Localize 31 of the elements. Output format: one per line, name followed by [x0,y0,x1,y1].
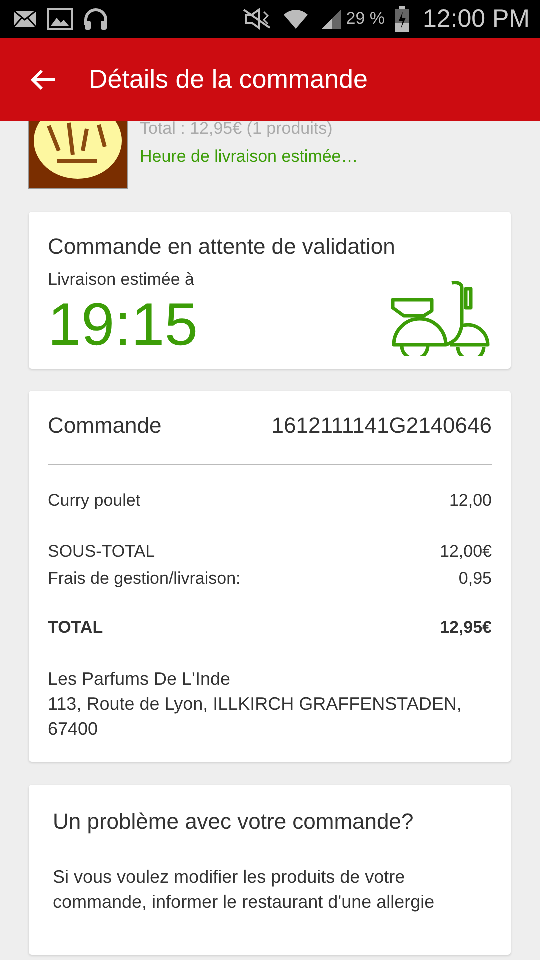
clock: 12:00 PM [422,4,530,34]
restaurant-address: 113, Route de Lyon, ILLKIRCH GRAFFENSTADEN, 67400 [48,693,463,741]
line-amount: 12,95€ [440,618,492,638]
line-label: Frais de gestion/livraison: [48,569,241,589]
help-text: Si vous voulez modifier les produits de votre commande, informer le restaurant d'une allergie [53,866,436,914]
battery-icon [394,6,409,32]
wifi-icon [282,7,310,31]
line-amount: 12,00 [449,491,492,511]
signal-icon [320,8,342,30]
line-label: SOUS-TOTAL [48,542,156,562]
restaurant-name: Les Parfums De L'Inde [48,668,232,691]
delivery-time: 19:15 [48,290,198,359]
back-arrow-icon [30,68,56,90]
help-title: Un problème avec votre commande? [53,809,415,835]
scooter-icon [390,280,492,356]
line-label: TOTAL [48,618,104,638]
line-amount: 12,00€ [440,542,492,562]
mute-icon [242,8,272,30]
battery-percentage: 29 % [346,9,385,29]
order-total-text: Total : 12,95€ (1 produits) [140,121,334,139]
delivery-time-link[interactable]: Heure de livraison estimée… [140,147,358,167]
headphones-icon [83,7,109,31]
screen-title: Détails de la commande [89,64,368,95]
order-label: Commande [48,413,162,439]
status-title: Commande en attente de validation [48,234,396,260]
line-amount: 0,95 [458,569,492,589]
mail-icon [13,10,37,28]
image-icon [47,8,73,30]
delivery-label: Livraison estimée à [48,270,196,290]
order-number: 1612111141G2140646 [272,413,492,439]
line-label: Curry poulet [48,491,141,511]
